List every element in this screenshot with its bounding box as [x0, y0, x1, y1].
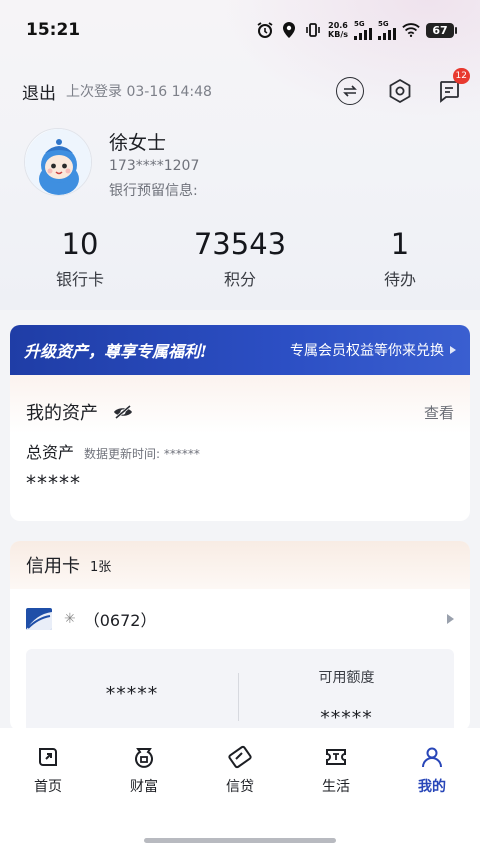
user-phone: 173****1207	[109, 158, 200, 174]
logout-link[interactable]: 退出	[22, 79, 56, 104]
stat-label: 银行卡	[55, 270, 104, 289]
stat-label: 待办	[383, 270, 416, 289]
assets-card: 我的资产 查看 总资产 数据更新时间: ****** *****	[10, 375, 470, 521]
stat-label: 积分	[223, 270, 256, 289]
signal-sim2: 5G	[378, 20, 396, 40]
net-speed: 20.6 KB/s	[328, 21, 348, 39]
nav-mine[interactable]: 我的	[384, 728, 480, 808]
alarm-icon	[256, 21, 274, 39]
card-name: ✳ （0672）	[64, 611, 157, 630]
view-assets-link[interactable]: 查看	[424, 402, 454, 423]
settings-icon[interactable]	[386, 77, 414, 105]
upgrade-banner[interactable]: 升级资产，尊享专属福利! 专属会员权益等你来兑换	[10, 325, 470, 375]
signal-icon	[354, 27, 372, 40]
wifi-icon	[402, 21, 420, 39]
message-icon[interactable]: 12	[436, 68, 470, 104]
credit-card-item[interactable]: ✳ （0672）	[10, 589, 470, 649]
nav-label: 我的	[418, 779, 446, 795]
nav-label: 信贷	[226, 779, 254, 795]
user-name: 徐女士	[109, 132, 167, 154]
loading-icon: ✳	[64, 611, 76, 627]
arrow-right-icon	[447, 614, 454, 624]
header-row: 退出 上次登录 03-16 14:48 12	[22, 68, 470, 108]
assets-header: 我的资产 查看	[26, 375, 454, 449]
bank-logo-icon	[26, 608, 52, 630]
available-limit-label: 可用额度	[318, 670, 375, 686]
header-actions: 12	[336, 68, 470, 105]
nav-life[interactable]: 生活	[288, 728, 384, 808]
total-assets-value: *****	[26, 471, 81, 495]
signal-sim1: 5G	[354, 20, 372, 40]
nav-label: 生活	[322, 779, 350, 795]
battery-icon: 67	[426, 22, 457, 38]
total-assets-label: 总资产	[26, 443, 75, 462]
nav-label: 首页	[34, 779, 62, 795]
card-balance-value: *****	[105, 683, 159, 705]
assets-title: 我的资产	[26, 403, 98, 424]
nav-label: 财富	[130, 779, 158, 795]
wealth-icon	[131, 744, 157, 770]
nav-credit[interactable]: 信贷	[192, 728, 288, 808]
bank-reserved-info: 银行预留信息:	[109, 183, 198, 199]
credit-card-count: 1张	[90, 559, 112, 575]
last-login-text: 上次登录 03-16 14:48	[66, 84, 212, 100]
eye-hidden-icon[interactable]	[112, 404, 134, 420]
status-icons: 20.6 KB/s 5G 5G 67	[256, 20, 457, 40]
stat-bank-cards[interactable]: 10 银行卡	[0, 226, 160, 290]
profile-info: 徐女士 173****1207 银行预留信息:	[109, 128, 199, 200]
nav-wealth[interactable]: 财富	[96, 728, 192, 808]
profile-section[interactable]: 徐女士 173****1207 银行预留信息:	[24, 128, 199, 200]
available-limit-value: *****	[320, 707, 373, 729]
total-assets-row: 总资产 数据更新时间: ******	[26, 439, 454, 463]
nav-home[interactable]: 首页	[0, 728, 96, 808]
banner-title: 升级资产，尊享专属福利!	[24, 342, 208, 361]
home-icon	[35, 744, 61, 770]
stat-points[interactable]: 73543 积分	[160, 226, 320, 290]
stat-todo[interactable]: 1 待办	[320, 226, 480, 290]
status-time: 15:21	[26, 20, 81, 40]
available-limit: 可用额度 *****	[239, 649, 454, 731]
credit-card-section: 信用卡 1张 ✳ （0672） ***** 可用额度 *****	[10, 541, 470, 731]
card-balance: *****	[26, 649, 238, 731]
stats-row: 10 银行卡 73543 积分 1 待办	[0, 226, 480, 290]
message-badge: 12	[452, 68, 470, 84]
credit-card-header: 信用卡 1张	[10, 541, 470, 589]
stat-value: 10	[61, 227, 99, 261]
status-bar: 15:21 20.6 KB/s 5G 5G 67	[0, 0, 480, 60]
switch-icon[interactable]	[336, 77, 364, 105]
home-indicator[interactable]	[144, 838, 336, 843]
bottom-nav: 首页 财富 信贷 生活 我的	[0, 728, 480, 853]
stat-value: 73543	[193, 227, 287, 261]
credit-icon	[227, 744, 253, 770]
location-icon	[280, 21, 298, 39]
credit-card-detail: ***** 可用额度 *****	[26, 649, 454, 731]
data-update-time: 数据更新时间: ******	[84, 447, 200, 461]
banner-subtitle: 专属会员权益等你来兑换	[290, 340, 456, 360]
arrow-right-icon	[450, 346, 456, 354]
signal-icon	[378, 27, 396, 40]
credit-card-title: 信用卡	[26, 556, 80, 577]
avatar[interactable]	[24, 128, 92, 196]
vibrate-icon	[304, 21, 322, 39]
profile-icon	[419, 744, 445, 770]
stat-value: 1	[390, 227, 410, 261]
life-icon	[323, 744, 349, 770]
